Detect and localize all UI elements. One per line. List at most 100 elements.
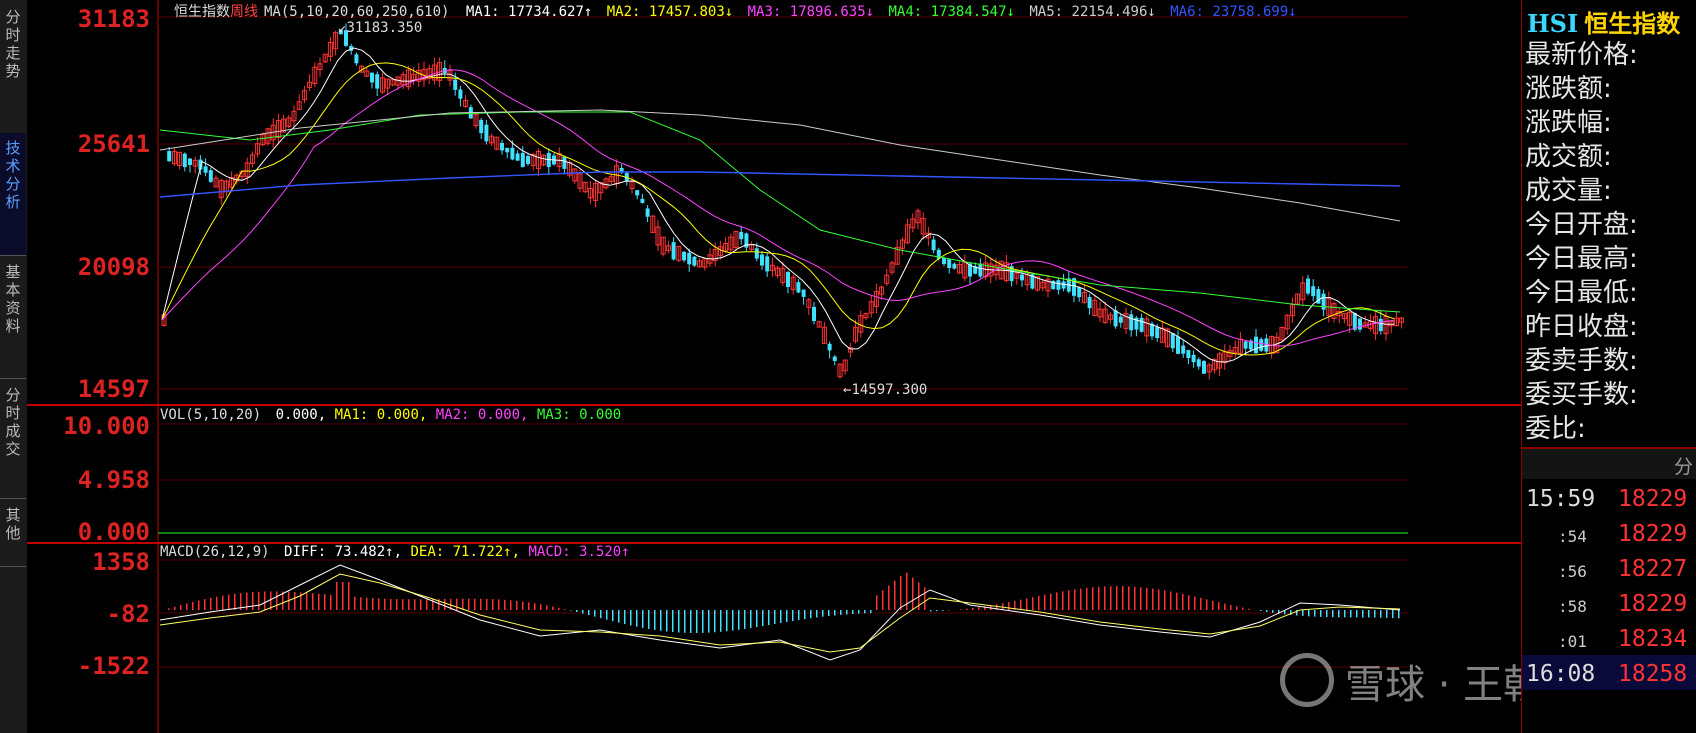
- macd-bar: [180, 605, 182, 610]
- macd-bar: [1206, 599, 1208, 610]
- candle-body: [832, 356, 837, 361]
- field-open: 今日开盘:: [1525, 210, 1638, 240]
- macd-bar: [690, 610, 692, 633]
- candle-body: [375, 74, 380, 89]
- candle-body: [671, 242, 676, 260]
- macd-bar: [1374, 610, 1376, 618]
- field-high: 今日最高:: [1525, 244, 1638, 274]
- candle-body: [479, 119, 484, 134]
- tick-row: :01 18234: [1558, 626, 1688, 652]
- macd-bar: [732, 610, 734, 631]
- macd-bar: [768, 610, 770, 626]
- macd-bar: [222, 595, 224, 610]
- main-legend: 恒生指数周线 MA(5,10,20,60,250,610) MA1: 17734.…: [174, 4, 1297, 20]
- candle-body: [1056, 280, 1061, 290]
- macd-bar: [888, 585, 890, 610]
- macd-bar: [528, 602, 530, 610]
- macd-bar: [666, 610, 668, 632]
- candle-body: [1243, 341, 1248, 349]
- candle-body: [1259, 339, 1264, 351]
- macd-bar: [372, 598, 374, 610]
- macd-bar: [1224, 603, 1226, 610]
- candle-body: [208, 170, 213, 182]
- macd-bar: [852, 610, 854, 615]
- candle-body: [801, 289, 806, 297]
- macd-bar: [456, 598, 458, 610]
- macd-bar: [504, 599, 506, 610]
- macd-bar: [342, 582, 344, 610]
- field-change: 涨跌额:: [1525, 74, 1612, 104]
- macd-bar: [468, 598, 470, 610]
- macd-bar: [594, 610, 596, 617]
- macd-bar: [522, 601, 524, 610]
- macd-bar: [978, 607, 980, 610]
- macd-bar: [624, 610, 626, 625]
- candle-body: [760, 254, 764, 266]
- candle-body: [182, 153, 187, 168]
- volume-legend: VOL(5,10,20) 0.000, MA1: 0.000, MA2: 0.0…: [160, 407, 621, 423]
- macd-bar: [630, 610, 632, 626]
- macd-bar: [1194, 596, 1196, 610]
- macd-bar: [408, 599, 410, 610]
- macd-bar: [1248, 608, 1250, 610]
- macd-bar: [1272, 610, 1274, 613]
- macd-bar: [1242, 607, 1244, 610]
- macd-bar: [1182, 593, 1184, 610]
- macd-bar: [876, 595, 878, 610]
- macd-bar: [750, 610, 752, 629]
- macd-bar: [924, 587, 926, 610]
- macd-bar: [1188, 595, 1190, 610]
- candle-body: [1129, 314, 1134, 331]
- candle-body: [1170, 333, 1175, 349]
- macd-bar: [840, 610, 842, 615]
- macd-bar: [870, 610, 872, 614]
- macd-bar: [1212, 600, 1214, 610]
- macd-bar: [1170, 591, 1172, 610]
- macd-bar: [354, 596, 356, 610]
- macd-bar: [498, 599, 500, 610]
- macd-bar: [192, 601, 194, 610]
- macd-bar: [1050, 593, 1052, 610]
- macd-bar: [1356, 610, 1358, 618]
- macd-bar: [1134, 586, 1136, 610]
- field-low: 今日最低:: [1525, 278, 1638, 308]
- macd-bar: [174, 606, 176, 610]
- candle-body: [370, 72, 374, 83]
- candle-body: [188, 158, 192, 165]
- macd-bar: [1128, 586, 1130, 610]
- macd-bar: [360, 597, 362, 610]
- macd-bar: [204, 599, 206, 610]
- volume-tick-low: 0.000: [78, 518, 150, 546]
- candle-body: [1087, 297, 1092, 309]
- candle-body: [453, 79, 458, 90]
- candle-body: [952, 263, 957, 269]
- field-order-ratio: 委比:: [1525, 414, 1586, 444]
- field-change-pct: 涨跌幅:: [1525, 108, 1612, 138]
- macd-tick-low: -1522: [78, 652, 150, 680]
- price-tick-low: 14597: [78, 375, 150, 403]
- macd-bar: [684, 610, 686, 633]
- macd-bar: [900, 576, 902, 610]
- macd-bar: [426, 599, 428, 610]
- macd-bar: [486, 598, 488, 610]
- macd-bar: [966, 608, 968, 610]
- candle-body: [520, 152, 525, 168]
- candle-body: [942, 257, 946, 265]
- field-bid-volume: 委买手数:: [1525, 380, 1638, 410]
- macd-bar: [1020, 599, 1022, 610]
- tick-row-latest: 16:08 18258: [1522, 655, 1696, 690]
- macd-bar: [696, 610, 698, 633]
- candle-body: [978, 263, 983, 277]
- macd-bar: [774, 610, 776, 625]
- macd-bar: [1008, 602, 1010, 610]
- macd-bar: [1380, 610, 1382, 618]
- tick-row: :58 18229: [1558, 591, 1688, 617]
- macd-bar: [1038, 595, 1040, 610]
- macd-bar: [678, 610, 680, 633]
- macd-bar: [612, 610, 614, 622]
- macd-bar: [1236, 606, 1238, 610]
- chart-area[interactable]: 31183 25641 20098 14597 10.000 4.958 0.0…: [0, 0, 1521, 733]
- candle-body: [500, 142, 504, 151]
- macd-tick-high: 1358: [92, 548, 150, 576]
- macd-bar: [744, 610, 746, 629]
